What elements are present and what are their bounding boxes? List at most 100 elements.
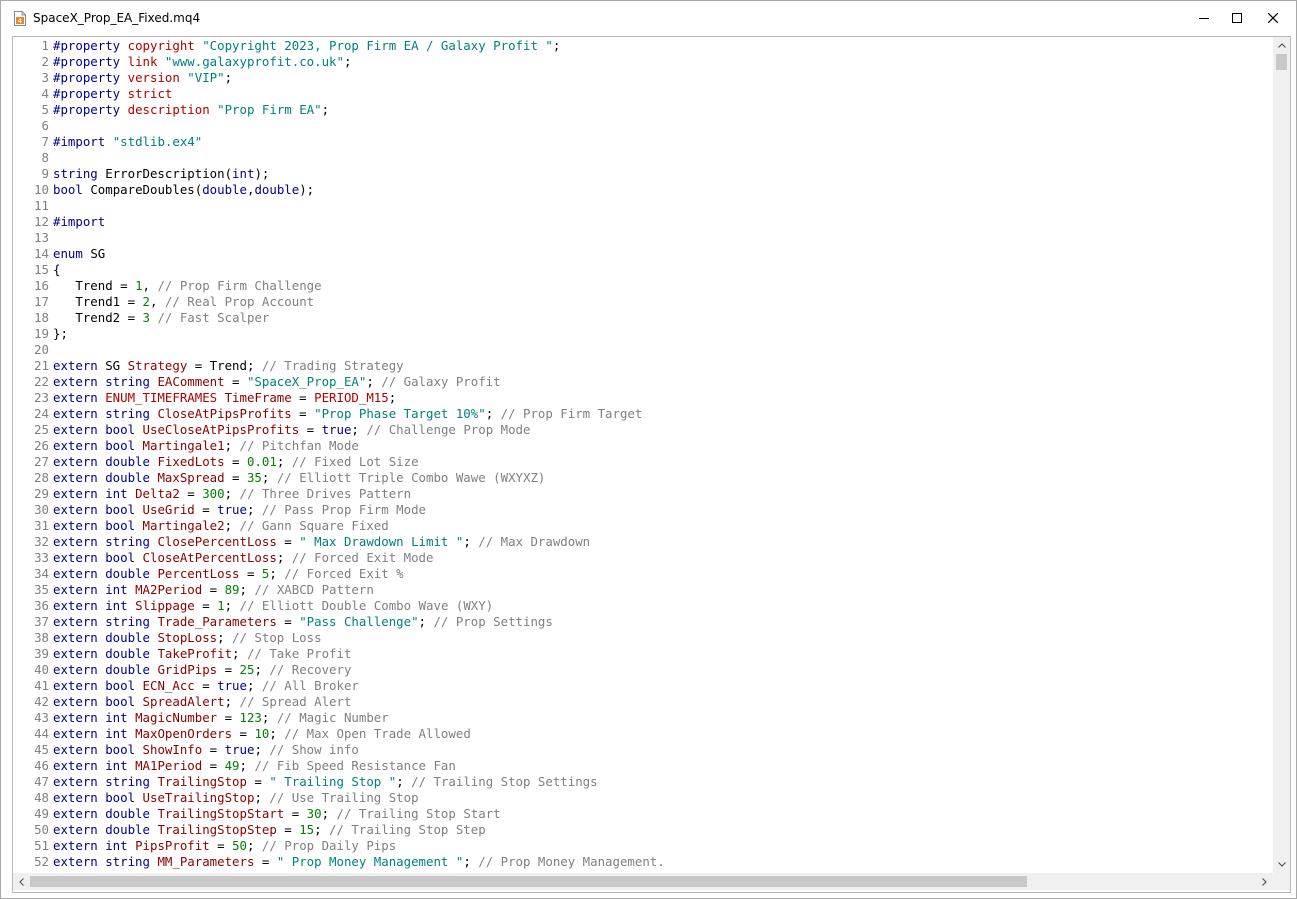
line-number: 45	[34, 742, 49, 757]
code-line[interactable]: 35 extern int MA2Period = 89; // XABCD Pa…	[13, 582, 374, 598]
code-token: ;	[366, 374, 382, 389]
code-token: extern	[53, 774, 106, 789]
line-text: extern string CloseAtPipsProfits = "Prop…	[53, 406, 642, 421]
code-token: extern	[53, 646, 106, 661]
code-line[interactable]: 28 extern double MaxSpread = 35; // Ellio…	[13, 470, 545, 486]
code-line[interactable]: 49 extern double TrailingStopStart = 30; …	[13, 806, 501, 822]
code-token: bool	[105, 422, 143, 437]
vertical-scroll-thumb[interactable]	[1276, 54, 1287, 70]
code-token: =	[224, 374, 247, 389]
line-text: extern bool Martingale2; // Gann Square …	[53, 518, 389, 533]
code-line[interactable]: 47 extern string TrailingStop = " Trailin…	[13, 774, 598, 790]
code-line[interactable]: 40 extern double GridPips = 25; // Recove…	[13, 662, 351, 678]
code-line[interactable]: 18 Trend2 = 3 // Fast Scalper	[13, 310, 269, 326]
code-line[interactable]: 45 extern bool ShowInfo = true; // Show i…	[13, 742, 359, 758]
code-line[interactable]: 14 enum SG	[13, 246, 105, 262]
code-line[interactable]: 34 extern double PercentLoss = 5; // Forc…	[13, 566, 404, 582]
code-line[interactable]: 19};	[13, 326, 68, 342]
title-bar[interactable]: 4 SpaceX_Prop_EA_Fixed.mq4	[1, 1, 1296, 35]
code-line[interactable]: 7 #import "stdlib.ex4"	[13, 134, 203, 150]
code-line[interactable]: 30 extern bool UseGrid = true; // Pass Pr…	[13, 502, 426, 518]
code-line[interactable]: 10 bool CompareDoubles(double,double);	[13, 182, 314, 198]
code-token: PipsProfit	[135, 838, 210, 853]
code-token: 3	[142, 310, 150, 325]
code-line[interactable]: 32 extern string ClosePercentLoss = " Max…	[13, 534, 590, 550]
code-line[interactable]: 4 #property strict	[13, 86, 173, 102]
code-token: {	[53, 262, 61, 277]
maximize-button[interactable]	[1222, 5, 1252, 31]
code-token: ;	[239, 758, 255, 773]
line-number: 6	[41, 118, 49, 133]
svg-text:4: 4	[18, 18, 22, 25]
code-token: ;	[351, 422, 367, 437]
code-line[interactable]: 38 extern double StopLoss; // Stop Loss	[13, 630, 322, 646]
line-text: extern SG Strategy = Trend; // Trading S…	[53, 358, 404, 373]
editor-window: 4 SpaceX_Prop_EA_Fixed.mq4 1 #property co…	[0, 0, 1297, 899]
code-token: TrailingStopStart	[157, 806, 285, 821]
scroll-up-button[interactable]	[1273, 37, 1290, 54]
code-token: // Three Drives Pattern	[239, 486, 412, 501]
code-line[interactable]: 9 string ErrorDescription(int);	[13, 166, 270, 182]
line-text: extern double MaxSpread = 35; // Elliott…	[53, 470, 545, 485]
code-token: ;	[321, 102, 330, 117]
code-line[interactable]: 2 #property link "www.galaxyprofit.co.uk"…	[13, 54, 352, 70]
code-token: TimeFrame	[224, 390, 292, 405]
scroll-down-button[interactable]	[1273, 856, 1290, 873]
code-line[interactable]: 43 extern int MagicNumber = 123; // Magic…	[13, 710, 389, 726]
code-line[interactable]: 44 extern int MaxOpenOrders = 10; // Max …	[13, 726, 471, 742]
code-line[interactable]: 11	[13, 198, 53, 214]
code-line[interactable]: 46 extern int MA1Period = 49; // Fib Spee…	[13, 758, 456, 774]
code-line[interactable]: 24 extern string CloseAtPipsProfits = "Pr…	[13, 406, 642, 422]
code-line[interactable]: 36 extern int Slippage = 1; // Elliott Do…	[13, 598, 493, 614]
code-line[interactable]: 51 extern int PipsProfit = 50; // Prop Da…	[13, 838, 396, 854]
close-button[interactable]	[1258, 5, 1288, 31]
minimize-button[interactable]	[1189, 5, 1219, 31]
code-line[interactable]: 1 #property copyright "Copyright 2023, Pr…	[13, 38, 561, 54]
code-token: true	[321, 422, 352, 437]
scroll-right-button[interactable]	[1256, 873, 1273, 890]
code-line[interactable]: 13	[13, 230, 53, 246]
code-token: ;	[254, 742, 270, 757]
code-line[interactable]: 42 extern bool SpreadAlert; // Spread Ale…	[13, 694, 351, 710]
code-token: bool	[105, 694, 143, 709]
scroll-left-button[interactable]	[13, 873, 30, 890]
code-line[interactable]: 20	[13, 342, 53, 358]
code-token: // Max Open Trade Allowed	[284, 726, 471, 741]
code-line[interactable]: 17 Trend1 = 2, // Real Prop Account	[13, 294, 314, 310]
line-text: extern string TrailingStop = " Trailing …	[53, 774, 598, 789]
code-line[interactable]: 6	[13, 118, 53, 134]
horizontal-scrollbar[interactable]	[13, 873, 1273, 890]
code-token: MM_Parameters	[157, 854, 255, 869]
vertical-scrollbar[interactable]	[1273, 37, 1290, 873]
code-token: 50	[232, 838, 247, 853]
code-line[interactable]: 22 extern string EAComment = "SpaceX_Prop…	[13, 374, 501, 390]
code-line[interactable]: 37 extern string Trade_Parameters = "Pass…	[13, 614, 553, 630]
code-line[interactable]: 16 Trend = 1, // Prop Firm Challenge	[13, 278, 322, 294]
code-line[interactable]: 25 extern bool UseCloseAtPipsProfits = tr…	[13, 422, 530, 438]
code-line[interactable]: 5 #property description "Prop Firm EA";	[13, 102, 330, 118]
code-line[interactable]: 27 extern double FixedLots = 0.01; // Fix…	[13, 454, 418, 470]
code-line[interactable]: 12 #import	[13, 214, 105, 230]
line-number: 15	[34, 262, 49, 277]
code-line[interactable]: 52 extern string MM_Parameters = " Prop M…	[13, 854, 665, 870]
code-line[interactable]: 8	[13, 150, 53, 166]
code-line[interactable]: 23 extern ENUM_TIMEFRAMES TimeFrame = PER…	[13, 390, 396, 406]
code-token: string	[105, 406, 158, 421]
code-token: extern	[53, 502, 106, 517]
horizontal-scroll-thumb[interactable]	[30, 876, 1027, 887]
code-line[interactable]: 3 #property version "VIP";	[13, 70, 233, 86]
code-line[interactable]: 41 extern bool ECN_Acc = true; // All Bro…	[13, 678, 359, 694]
scrollbar-corner	[1273, 873, 1290, 890]
code-line[interactable]: 33 extern bool CloseAtPercentLoss; // For…	[13, 550, 433, 566]
code-line[interactable]: 21 extern SG Strategy = Trend; // Trading…	[13, 358, 404, 374]
code-line[interactable]: 31 extern bool Martingale2; // Gann Squar…	[13, 518, 389, 534]
code-line[interactable]: 39 extern double TakeProfit; // Take Prof…	[13, 646, 351, 662]
code-line[interactable]: 48 extern bool UseTrailingStop; // Use Tr…	[13, 790, 418, 806]
code-line[interactable]: 15 {	[13, 262, 60, 278]
code-area[interactable]: 1 #property copyright "Copyright 2023, Pr…	[13, 37, 1273, 873]
code-line[interactable]: 29 extern int Delta2 = 300; // Three Driv…	[13, 486, 411, 502]
code-line[interactable]: 26 extern bool Martingale1; // Pitchfan M…	[13, 438, 359, 454]
code-editor[interactable]: 1 #property copyright "Copyright 2023, Pr…	[12, 36, 1291, 893]
code-token: double	[202, 182, 247, 197]
code-line[interactable]: 50 extern double TrailingStopStep = 15; /…	[13, 822, 486, 838]
